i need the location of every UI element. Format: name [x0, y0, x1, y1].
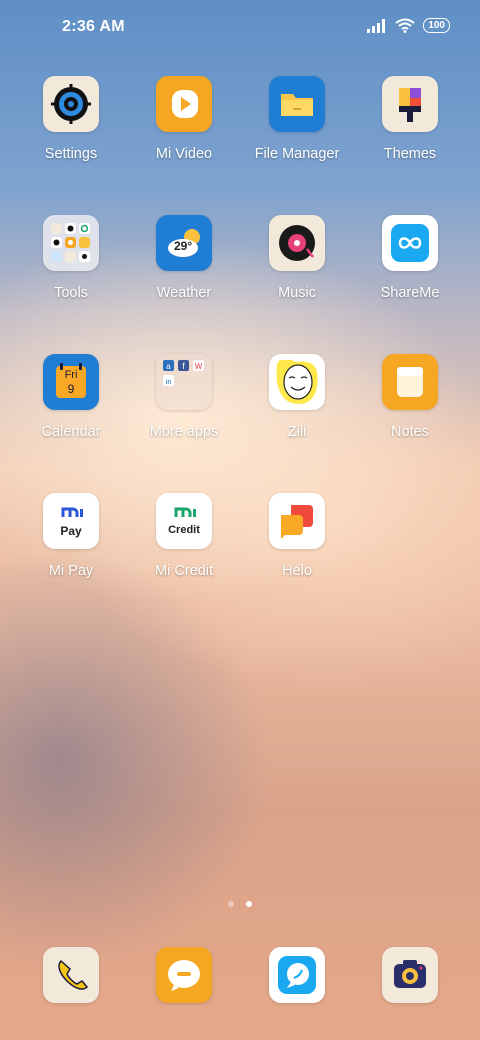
app-label: Mi Video — [155, 146, 213, 162]
folder-icon — [269, 76, 325, 132]
folder-tools[interactable]: Tools — [16, 215, 126, 301]
svg-text:in: in — [166, 379, 172, 386]
svg-text:W: W — [195, 362, 203, 371]
app-label: Weather — [156, 285, 212, 301]
paintbrush-icon — [382, 76, 438, 132]
app-label: Music — [278, 285, 316, 301]
calendar-icon: Fri 9 — [43, 354, 99, 410]
signal-icon — [367, 18, 386, 33]
mi-credit-wordmark: Credit — [168, 524, 200, 536]
video-play-icon — [156, 76, 212, 132]
calendar-date: 9 — [67, 382, 75, 396]
music-disc-icon — [269, 215, 325, 271]
app-label: Notes — [391, 424, 429, 440]
folder-more-apps[interactable]: a f W in More apps — [129, 354, 239, 440]
app-label: ShareMe — [380, 285, 440, 301]
app-label: Themes — [383, 146, 437, 162]
app-mi-video[interactable]: Mi Video — [129, 76, 239, 162]
app-calendar[interactable]: Fri 9 Calendar — [16, 354, 126, 440]
status-icons: 100 — [367, 18, 450, 33]
app-weather[interactable]: 29° Weather — [129, 215, 239, 301]
app-shareme[interactable]: ShareMe — [355, 215, 465, 301]
app-notes[interactable]: Notes — [355, 354, 465, 440]
mi-pay-icon: Pay — [43, 493, 99, 549]
weather-temperature: 29° — [174, 239, 193, 253]
zili-face-icon — [269, 354, 325, 410]
status-bar: 2:36 AM 100 — [0, 0, 480, 56]
app-label: Mi Pay — [48, 563, 94, 579]
app-themes[interactable]: Themes — [355, 76, 465, 162]
app-label: Settings — [44, 146, 98, 162]
infinity-icon — [382, 215, 438, 271]
svg-text:a: a — [166, 362, 171, 371]
app-helo[interactable]: Helo — [242, 493, 352, 579]
app-label: File Manager — [254, 146, 340, 162]
mi-credit-icon: Credit — [156, 493, 212, 549]
dock-camera[interactable] — [355, 947, 465, 1003]
mi-pay-wordmark: Pay — [60, 524, 82, 538]
app-label: Zili — [287, 424, 307, 440]
app-label: More apps — [149, 424, 219, 440]
battery-indicator: 100 — [423, 18, 450, 33]
browser-bubble-icon — [269, 947, 325, 1003]
app-settings[interactable]: Settings — [16, 76, 126, 162]
more-apps-folder-icon: a f W in — [156, 354, 212, 410]
page-dot-1[interactable] — [228, 901, 234, 907]
app-label: Helo — [282, 563, 312, 579]
dock-browser[interactable] — [242, 947, 352, 1003]
page-dot-2-active[interactable] — [246, 901, 252, 907]
weather-icon: 29° — [156, 215, 212, 271]
app-mi-pay[interactable]: Pay Mi Pay — [16, 493, 126, 579]
notes-icon — [382, 354, 438, 410]
phone-icon — [43, 947, 99, 1003]
tools-folder-icon — [43, 215, 99, 271]
app-label: Calendar — [41, 424, 101, 440]
calendar-weekday: Fri — [64, 369, 78, 381]
app-label: Mi Credit — [154, 563, 213, 579]
chat-bubbles-icon — [269, 493, 325, 549]
page-indicator — [228, 901, 252, 907]
dock-messages[interactable] — [129, 947, 239, 1003]
app-label: Tools — [54, 285, 88, 301]
camera-icon — [382, 947, 438, 1003]
app-mi-credit[interactable]: Credit Mi Credit — [129, 493, 239, 579]
wifi-icon — [395, 18, 415, 33]
app-file-manager[interactable]: File Manager — [242, 76, 352, 162]
app-music[interactable]: Music — [242, 215, 352, 301]
app-zili[interactable]: Zili — [242, 354, 352, 440]
settings-icon — [43, 76, 99, 132]
dock-phone[interactable] — [16, 947, 126, 1003]
message-bubble-icon — [156, 947, 212, 1003]
status-time: 2:36 AM — [62, 18, 125, 35]
